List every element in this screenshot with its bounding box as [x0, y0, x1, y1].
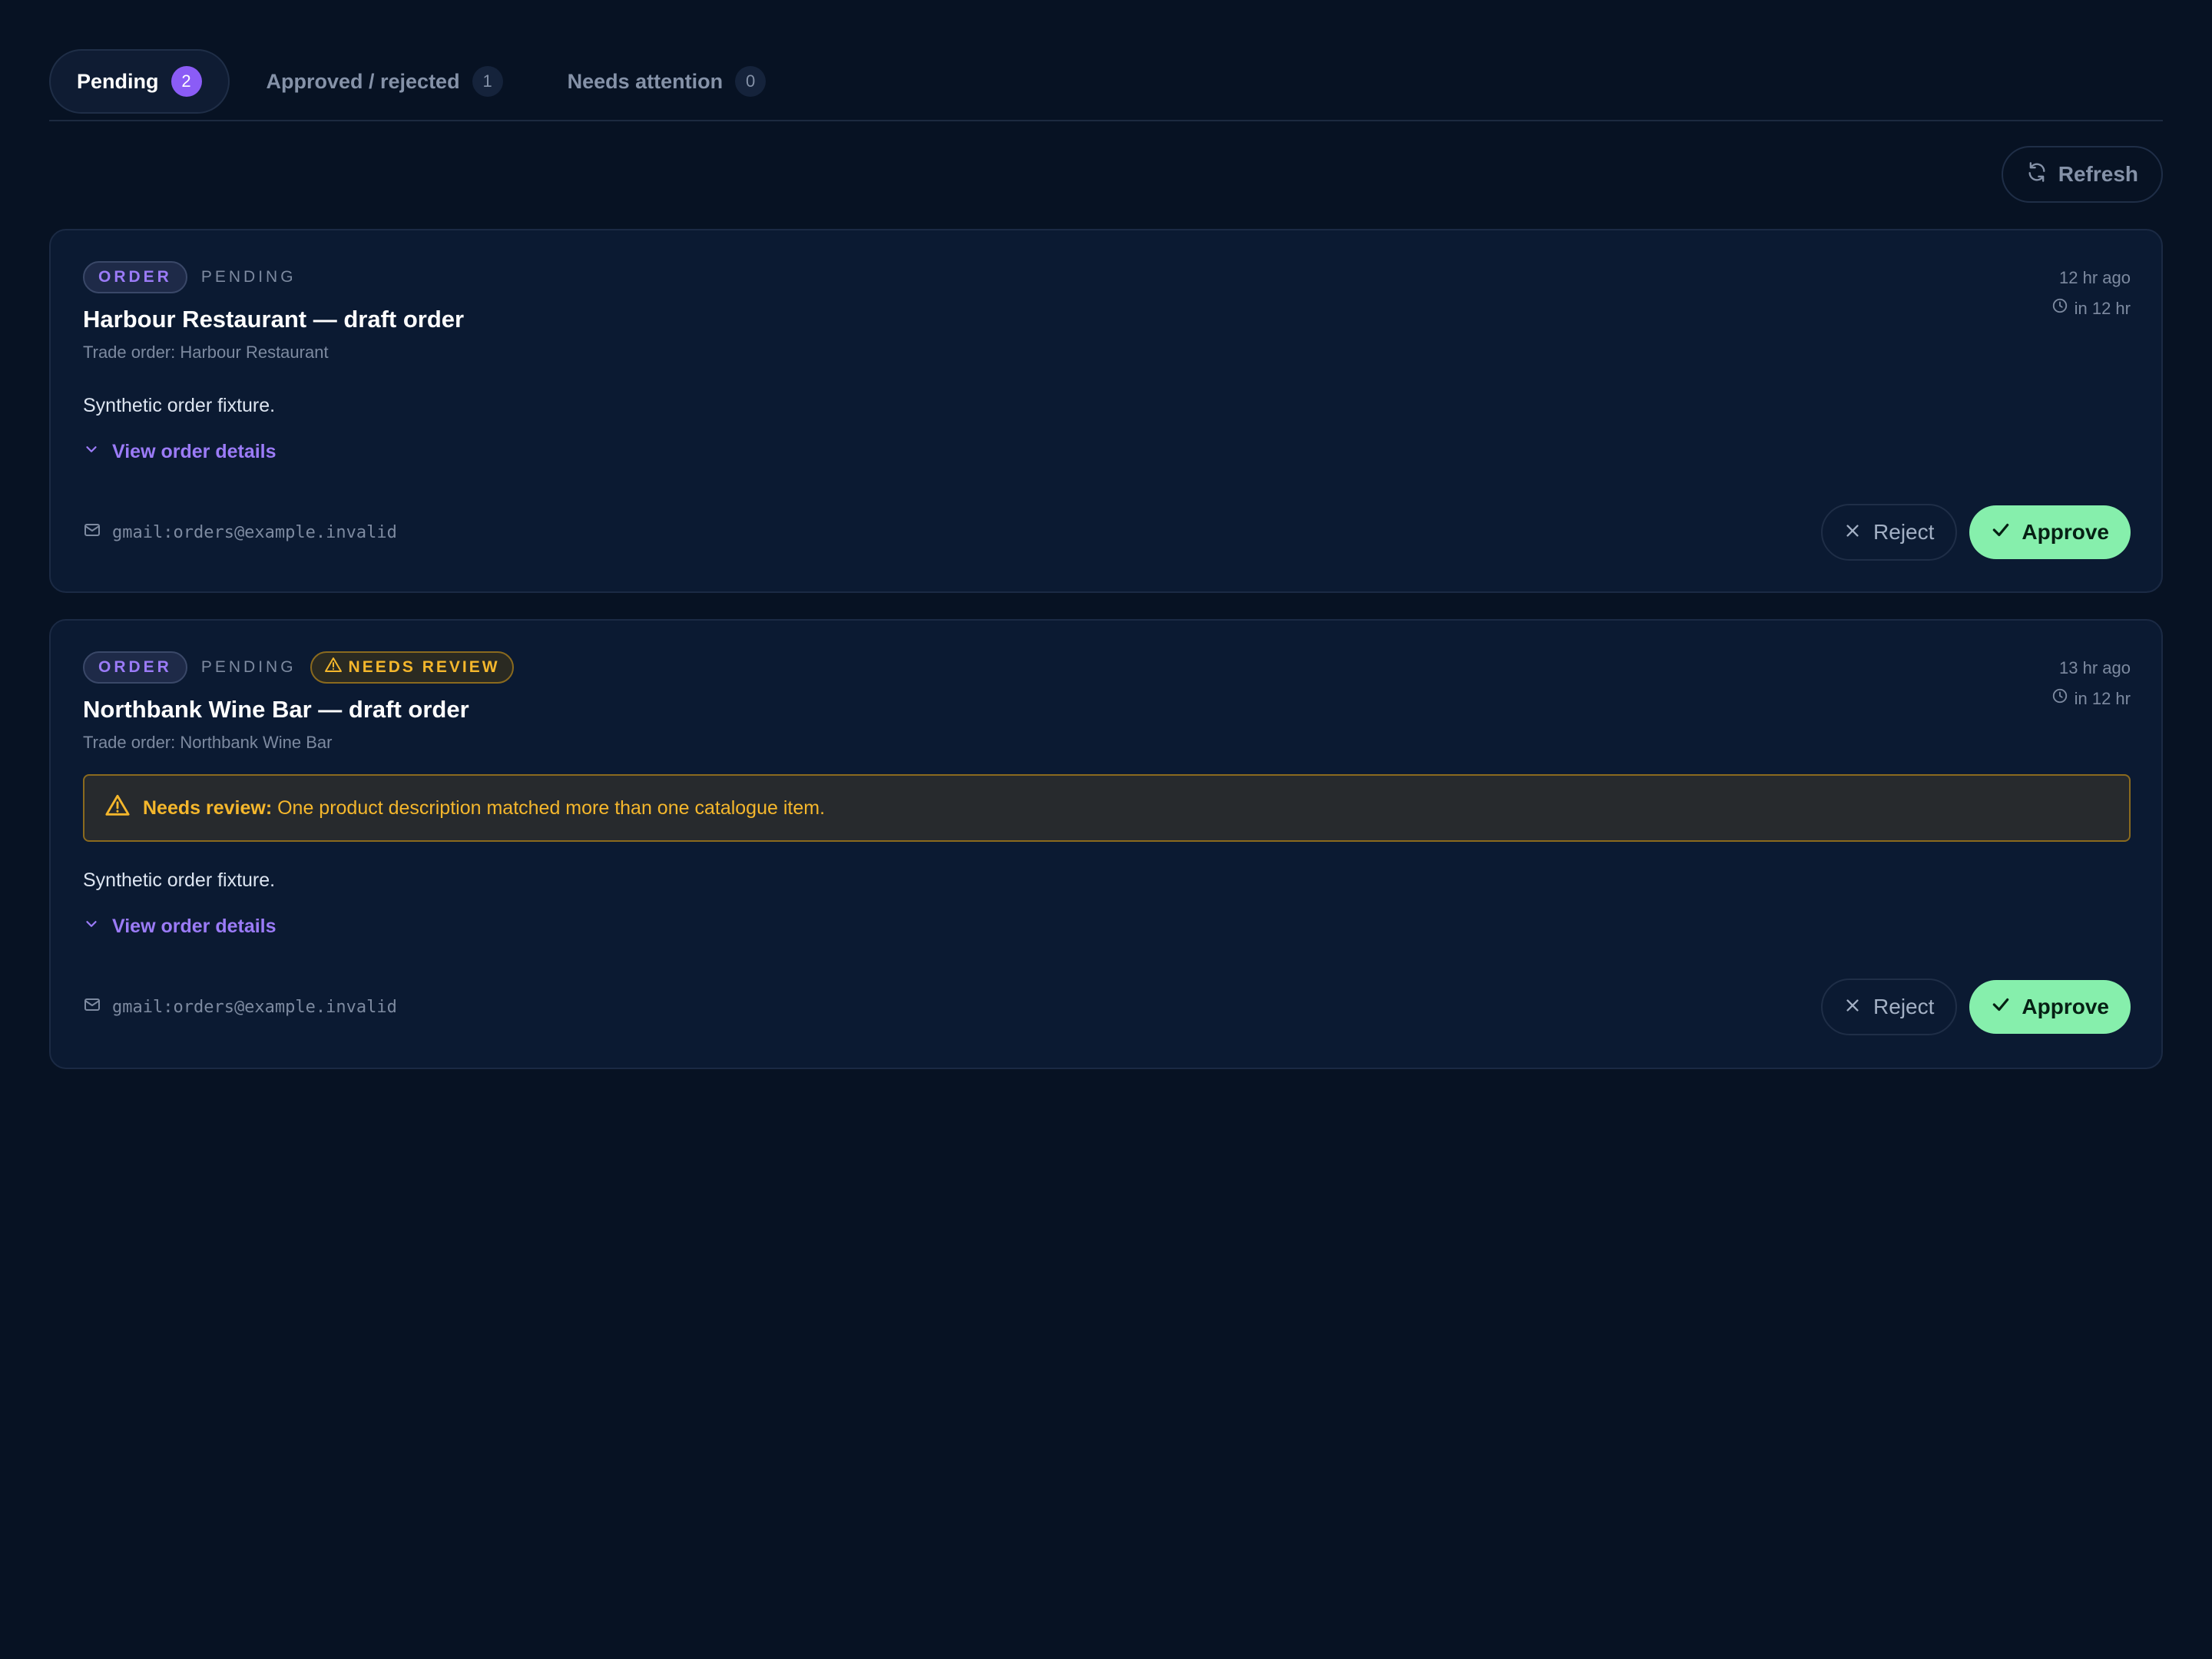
tab-label: Approved / rejected	[266, 69, 460, 93]
alert-text: One product description matched more tha…	[277, 796, 826, 819]
order-source: gmail:orders@example.invalid	[83, 521, 397, 544]
card-subtitle: Trade order: Northbank Wine Bar	[83, 733, 333, 752]
details-link-label: View order details	[112, 441, 276, 462]
clock-icon	[2051, 684, 2068, 714]
chevron-down-icon	[83, 916, 100, 938]
card-timestamps: 12 hr ago in 12 hr	[2051, 263, 2131, 324]
created-time: 12 hr ago	[2059, 268, 2131, 287]
check-icon	[1991, 520, 2011, 545]
details-link-label: View order details	[112, 916, 276, 937]
approve-button[interactable]: Approve	[1969, 980, 2131, 1034]
clock-icon	[2051, 293, 2068, 324]
order-source: gmail:orders@example.invalid	[83, 995, 397, 1018]
status-badge: PENDING	[200, 268, 296, 286]
tab-count-badge: 1	[472, 66, 503, 97]
card-badges: ORDER PENDING NEEDS REVIEW	[83, 651, 514, 684]
source-address: gmail:orders@example.invalid	[112, 997, 397, 1017]
approval-card: ORDER PENDING 12 hr ago in 12 hr Harbour…	[49, 229, 2163, 593]
reject-label: Reject	[1873, 520, 1935, 544]
needs-review-alert: Needs review: One product description ma…	[83, 774, 2131, 842]
card-subtitle: Trade order: Harbour Restaurant	[83, 343, 329, 362]
card-title: Harbour Restaurant — draft order	[83, 306, 465, 333]
approve-button[interactable]: Approve	[1969, 505, 2131, 559]
chevron-down-icon	[83, 441, 100, 463]
approve-label: Approve	[2022, 520, 2109, 544]
mail-icon	[83, 995, 101, 1018]
source-address: gmail:orders@example.invalid	[112, 522, 397, 542]
approve-label: Approve	[2022, 995, 2109, 1018]
view-order-details-link[interactable]: View order details	[83, 441, 276, 463]
warning-icon	[104, 793, 131, 824]
tab-bar: Pending 2 Approved / rejected 1 Needs at…	[49, 49, 2163, 121]
created-time: 13 hr ago	[2059, 658, 2131, 677]
close-icon	[1844, 995, 1861, 1019]
tab-label: Pending	[77, 69, 159, 93]
reject-label: Reject	[1873, 995, 1935, 1018]
needs-review-label: NEEDS REVIEW	[348, 658, 500, 676]
tab-needs-attention[interactable]: Needs attention 0	[540, 49, 794, 114]
card-title: Northbank Wine Bar — draft order	[83, 696, 469, 723]
close-icon	[1844, 520, 1861, 545]
refresh-label: Refresh	[2058, 162, 2138, 186]
view-order-details-link[interactable]: View order details	[83, 916, 276, 938]
reject-button[interactable]: Reject	[1821, 504, 1958, 561]
approval-queue: Pending 2 Approved / rejected 1 Needs at…	[0, 0, 2212, 1659]
tab-count-badge: 2	[171, 66, 202, 97]
status-badge: PENDING	[200, 658, 296, 676]
due-label: in 12 hr	[2074, 299, 2131, 318]
warning-icon	[324, 656, 343, 679]
tab-label: Needs attention	[567, 69, 724, 93]
refresh-icon	[2026, 161, 2048, 188]
refresh-button[interactable]: Refresh	[2001, 146, 2163, 203]
due-label: in 12 hr	[2074, 689, 2131, 708]
approval-card: ORDER PENDING NEEDS REVIEW 13 hr ago in …	[49, 619, 2163, 1069]
mail-icon	[83, 521, 101, 544]
card-badges: ORDER PENDING	[83, 261, 296, 293]
due-time: in 12 hr	[2051, 293, 2131, 324]
type-badge: ORDER	[83, 261, 187, 293]
tab-pending[interactable]: Pending 2	[49, 49, 230, 114]
card-description: Synthetic order fixture.	[83, 869, 276, 891]
card-description: Synthetic order fixture.	[83, 395, 276, 416]
due-time: in 12 hr	[2051, 684, 2131, 714]
card-actions: Reject Approve	[1821, 979, 2131, 1035]
card-actions: Reject Approve	[1821, 504, 2131, 561]
card-timestamps: 13 hr ago in 12 hr	[2051, 653, 2131, 714]
reject-button[interactable]: Reject	[1821, 979, 1958, 1035]
check-icon	[1991, 995, 2011, 1020]
tab-approved-rejected[interactable]: Approved / rejected 1	[239, 49, 531, 114]
alert-label: Needs review:	[143, 796, 273, 819]
tab-count-badge: 0	[735, 66, 767, 97]
type-badge: ORDER	[83, 651, 187, 684]
needs-review-badge: NEEDS REVIEW	[310, 651, 514, 684]
